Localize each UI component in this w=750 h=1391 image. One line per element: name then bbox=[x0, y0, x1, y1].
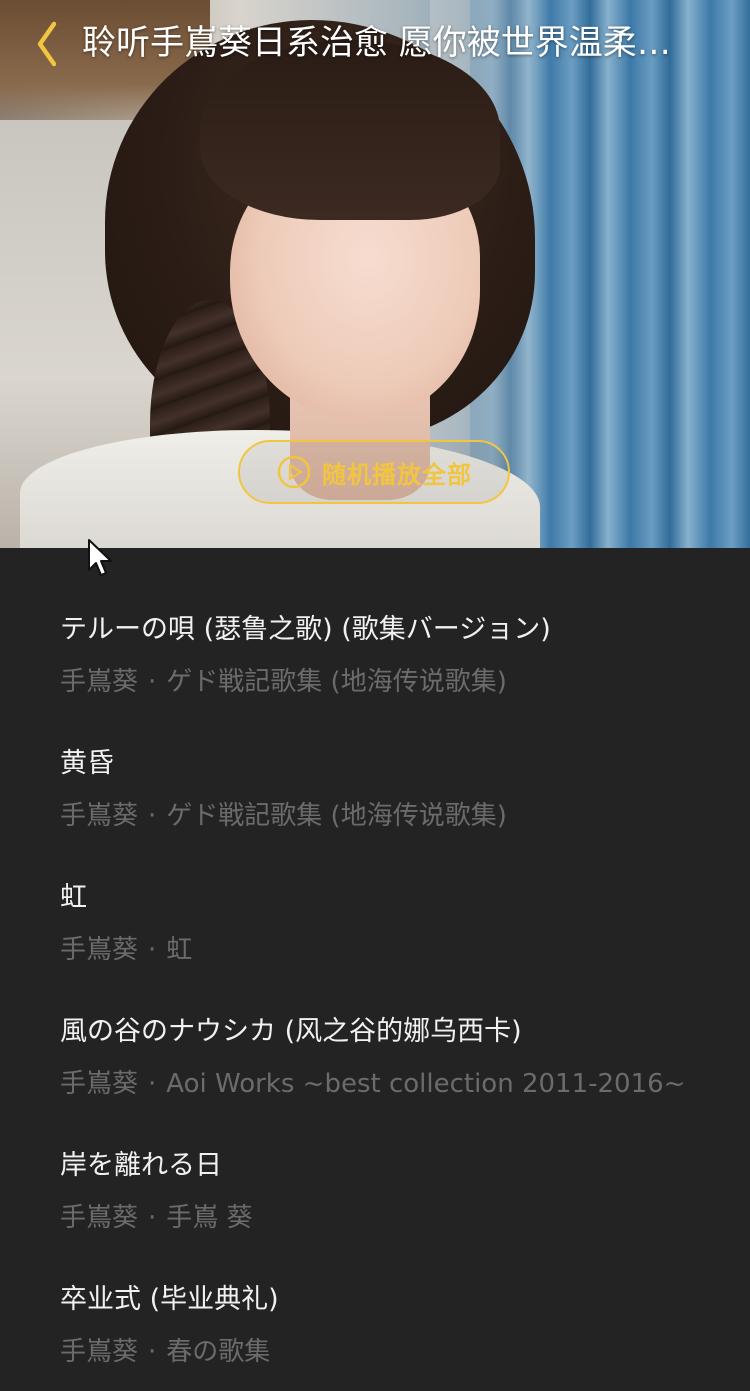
song-title: 風の谷のナウシカ (风之谷的娜乌西卡) bbox=[60, 1016, 522, 1047]
song-album: 春の歌集 bbox=[166, 1337, 271, 1367]
song-item[interactable]: 黄昏 手嶌葵 · ゲド戦記歌集 (地海传说歌集) bbox=[0, 682, 750, 831]
song-title: 卒业式 (毕业典礼) bbox=[60, 1284, 279, 1315]
header-bar: 聆听手嶌葵日系治愈 愿你被世界温柔以待 bbox=[0, 0, 750, 88]
song-title: 黄昏 bbox=[60, 748, 114, 779]
shuffle-play-all-label: 随机播放全部 bbox=[322, 460, 472, 489]
playlist-title: 聆听手嶌葵日系治愈 愿你被世界温柔以待 bbox=[82, 23, 672, 63]
song-item[interactable]: 虹 手嶌葵 · 虹 bbox=[0, 816, 750, 965]
app-root: 聆听手嶌葵日系治愈 愿你被世界温柔以待 随机播放全部 テルーの唄 (瑟鲁之歌) … bbox=[0, 0, 750, 1391]
song-artist: 手嶌葵 bbox=[60, 1337, 139, 1367]
song-item[interactable]: 卒业式 (毕业典礼) 手嶌葵 · 春の歌集 bbox=[0, 1218, 750, 1367]
song-title: テルーの唄 (瑟鲁之歌) (歌集バージョン) bbox=[60, 614, 551, 645]
song-subtitle: 手嶌葵 · 春の歌集 bbox=[60, 1332, 700, 1372]
shuffle-play-all-button[interactable]: 随机播放全部 bbox=[238, 440, 510, 504]
song-item[interactable]: 風の谷のナウシカ (风之谷的娜乌西卡) 手嶌葵 · Aoi Works ~best … bbox=[0, 950, 750, 1099]
song-item[interactable]: 岸を離れる日 手嶌葵 · 手嶌 葵 bbox=[0, 1084, 750, 1233]
separator-dot: · bbox=[148, 1337, 157, 1367]
song-item[interactable]: テルーの唄 (瑟鲁之歌) (歌集バージョン) 手嶌葵 · ゲド戦記歌集 (地海传说歌… bbox=[0, 548, 750, 697]
play-circle-icon bbox=[277, 455, 311, 489]
song-title: 虹 bbox=[60, 882, 87, 913]
song-title: 岸を離れる日 bbox=[60, 1150, 222, 1181]
song-list: テルーの唄 (瑟鲁之歌) (歌集バージョン) 手嶌葵 · ゲド戦記歌集 (地海传说歌… bbox=[0, 548, 750, 1391]
chevron-left-icon bbox=[37, 21, 57, 67]
back-button[interactable] bbox=[30, 18, 76, 70]
